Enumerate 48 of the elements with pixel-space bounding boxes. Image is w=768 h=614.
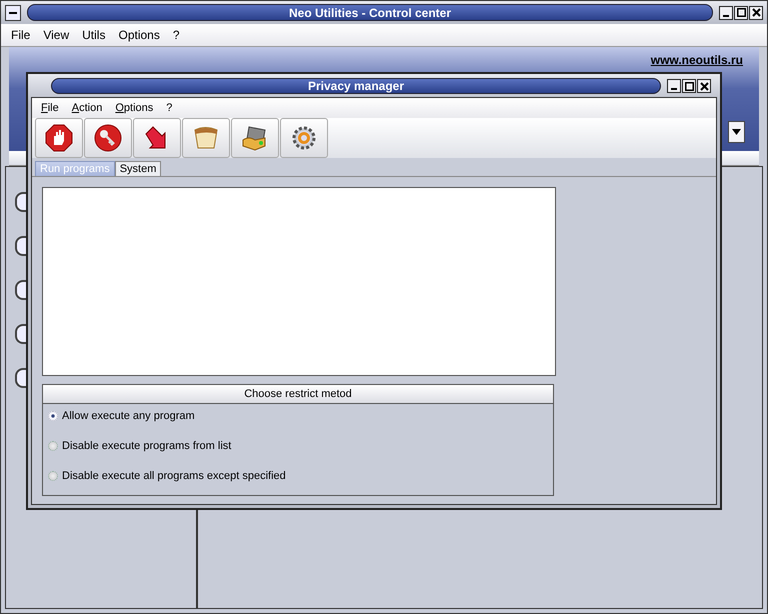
menu-item[interactable]: ? bbox=[160, 102, 180, 114]
toolbar-button[interactable] bbox=[133, 118, 181, 158]
menu-item[interactable]: Options bbox=[112, 28, 167, 42]
panel-button[interactable] bbox=[15, 324, 27, 344]
dropdown-button[interactable] bbox=[728, 121, 745, 143]
close-button[interactable] bbox=[749, 6, 763, 20]
panel-button[interactable] bbox=[15, 280, 27, 300]
maximize-button[interactable] bbox=[734, 6, 748, 20]
dropdown-arrow-icon bbox=[732, 129, 741, 135]
window-title: Neo Utilities - Control center bbox=[288, 6, 452, 20]
panel-button[interactable] bbox=[15, 236, 27, 256]
toolbar-button[interactable] bbox=[35, 118, 83, 158]
key-icon bbox=[94, 124, 122, 152]
tab[interactable]: System bbox=[114, 161, 162, 176]
menu-item[interactable]: File bbox=[35, 102, 66, 114]
maximize-icon bbox=[736, 8, 746, 17]
radio-button[interactable] bbox=[48, 411, 58, 421]
toolbar-button[interactable] bbox=[84, 118, 132, 158]
system-menu-button[interactable] bbox=[5, 4, 21, 20]
maximize-icon bbox=[684, 82, 694, 90]
menu-item[interactable]: ? bbox=[166, 28, 187, 42]
minimize-icon bbox=[723, 14, 729, 16]
minimize-icon bbox=[671, 88, 677, 90]
panel-button[interactable] bbox=[15, 192, 27, 212]
website-link[interactable]: www.neoutils.ru bbox=[650, 53, 743, 67]
maximize-button[interactable] bbox=[682, 79, 696, 93]
group-header: Choose restrict metod bbox=[43, 385, 553, 404]
radio-label[interactable]: Allow execute any program bbox=[62, 410, 195, 422]
close-icon bbox=[700, 82, 708, 90]
menu-item[interactable]: View bbox=[37, 28, 76, 42]
radio-button[interactable] bbox=[48, 471, 58, 481]
menu-item[interactable]: Options bbox=[109, 102, 160, 114]
radio-button[interactable] bbox=[48, 441, 58, 451]
menu-item[interactable]: Utils bbox=[76, 28, 112, 42]
radio-label[interactable]: Disable execute programs from list bbox=[62, 440, 232, 452]
close-icon bbox=[752, 8, 760, 17]
panel-button[interactable] bbox=[15, 368, 27, 388]
close-button[interactable] bbox=[697, 79, 711, 93]
window-title: Privacy manager bbox=[308, 79, 404, 93]
menu-item[interactable]: Action bbox=[66, 102, 110, 114]
toolbar-button[interactable] bbox=[280, 118, 328, 158]
menu-item[interactable]: File bbox=[5, 28, 38, 42]
stop-hand-icon bbox=[45, 124, 73, 152]
minimize-button[interactable] bbox=[719, 6, 733, 20]
radio-label[interactable]: Disable execute all programs except specified bbox=[62, 470, 286, 482]
toolbar-button[interactable] bbox=[231, 118, 279, 158]
gear-icon bbox=[290, 124, 318, 152]
minimize-button[interactable] bbox=[667, 79, 681, 93]
